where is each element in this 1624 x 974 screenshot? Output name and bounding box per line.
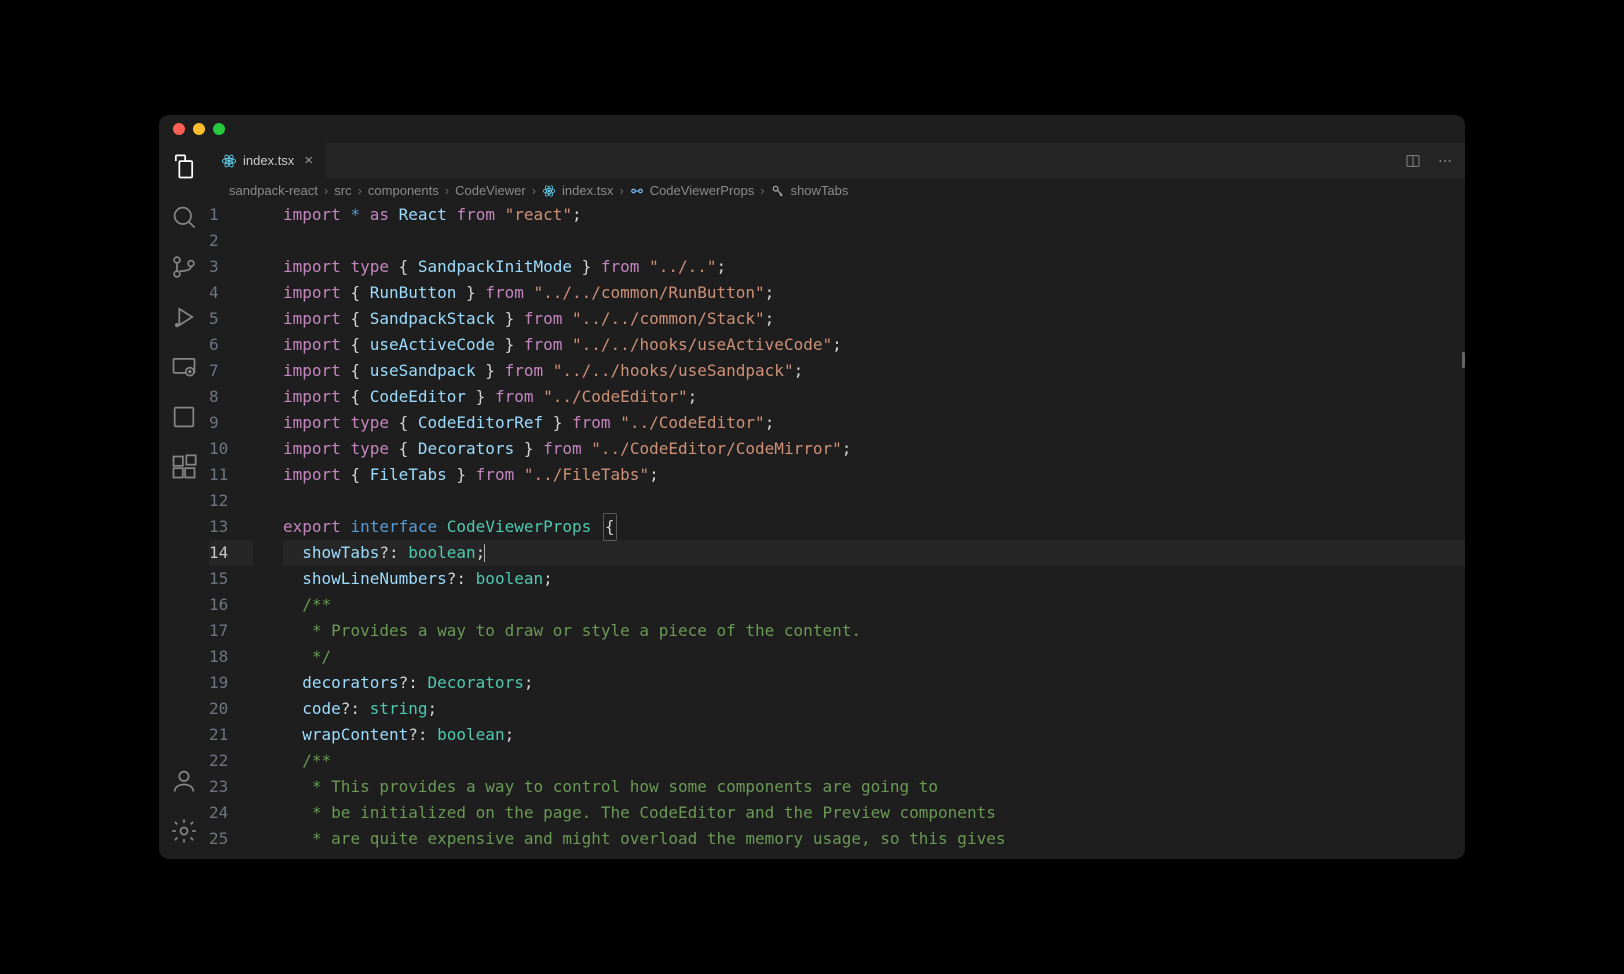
search-icon[interactable]	[170, 203, 198, 231]
explorer-icon[interactable]	[170, 153, 198, 181]
line-numbers: 1234567891011121314151617181920212223242…	[209, 202, 283, 859]
breadcrumb-item[interactable]: CodeViewerProps	[650, 183, 755, 198]
breadcrumb-item[interactable]: components	[368, 183, 439, 198]
tab-label: index.tsx	[243, 153, 294, 168]
extensions-icon[interactable]	[170, 453, 198, 481]
window-body: index.tsx × sandpack-react › src › com	[159, 143, 1465, 859]
scrollbar-thumb[interactable]	[1462, 352, 1465, 368]
window-icon[interactable]	[170, 403, 198, 431]
remote-explorer-icon[interactable]	[170, 353, 198, 381]
titlebar	[159, 115, 1465, 143]
breadcrumb[interactable]: sandpack-react › src › components › Code…	[209, 179, 1465, 202]
close-window-button[interactable]	[173, 123, 185, 135]
close-icon[interactable]: ×	[304, 152, 313, 169]
breadcrumb-item[interactable]: showTabs	[791, 183, 849, 198]
run-debug-icon[interactable]	[170, 303, 198, 331]
settings-icon[interactable]	[170, 817, 198, 845]
property-icon	[771, 184, 785, 198]
tab-index-tsx[interactable]: index.tsx ×	[209, 143, 325, 178]
editor-window: index.tsx × sandpack-react › src › com	[159, 115, 1465, 859]
interface-icon	[630, 184, 644, 198]
maximize-window-button[interactable]	[213, 123, 225, 135]
chevron-right-icon: ›	[532, 183, 536, 198]
breadcrumb-item[interactable]: src	[334, 183, 351, 198]
tabs-bar: index.tsx ×	[209, 143, 1465, 179]
main-editor: index.tsx × sandpack-react › src › com	[209, 143, 1465, 859]
more-actions-icon[interactable]	[1437, 153, 1453, 169]
source-control-icon[interactable]	[170, 253, 198, 281]
chevron-right-icon: ›	[619, 183, 623, 198]
tab-actions	[1405, 143, 1465, 178]
chevron-right-icon: ›	[324, 183, 328, 198]
chevron-right-icon: ›	[760, 183, 764, 198]
chevron-right-icon: ›	[445, 183, 449, 198]
account-icon[interactable]	[170, 767, 198, 795]
breadcrumb-item[interactable]: sandpack-react	[229, 183, 318, 198]
react-file-icon	[221, 153, 237, 169]
activity-bar	[159, 143, 209, 859]
code-content[interactable]: import * as React from "react";import ty…	[283, 202, 1465, 859]
code-editor[interactable]: 1234567891011121314151617181920212223242…	[209, 202, 1465, 859]
chevron-right-icon: ›	[358, 183, 362, 198]
breadcrumb-item[interactable]: CodeViewer	[455, 183, 526, 198]
breadcrumb-item[interactable]: index.tsx	[562, 183, 613, 198]
split-editor-icon[interactable]	[1405, 153, 1421, 169]
minimize-window-button[interactable]	[193, 123, 205, 135]
react-file-icon	[542, 184, 556, 198]
